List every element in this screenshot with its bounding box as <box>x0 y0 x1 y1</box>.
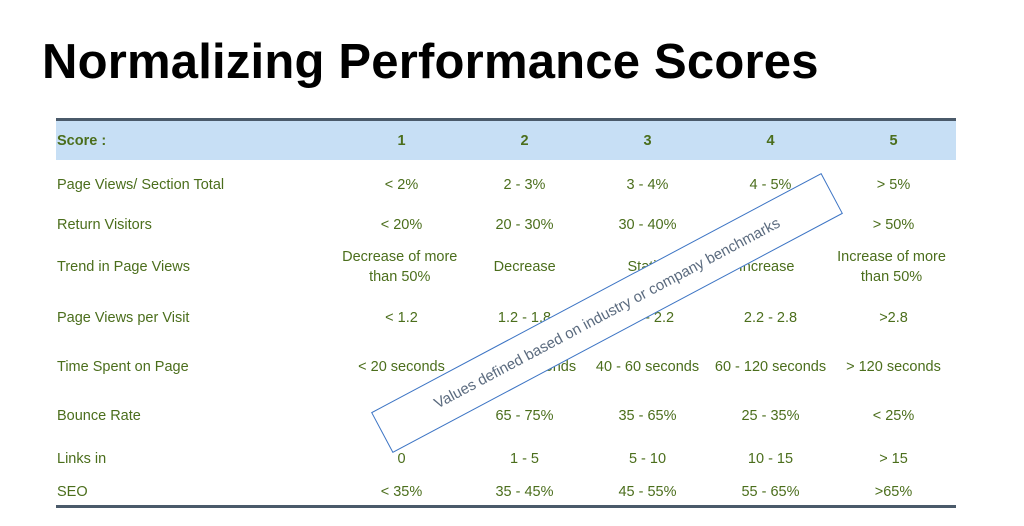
table-cell: 5 - 10 <box>628 451 667 467</box>
score-header: 3 <box>643 132 652 149</box>
table-cell: 10 - 15 <box>747 451 794 467</box>
table-cell: > 120 seconds <box>846 359 941 375</box>
header-label: Score : <box>57 132 107 149</box>
table-cell: 2.2 - 2.8 <box>743 310 798 326</box>
score-header: 2 <box>520 132 529 149</box>
row-label: Bounce Rate <box>57 408 141 424</box>
table-cell: < 20% <box>380 217 423 233</box>
row-label: Page Views/ Section Total <box>57 177 225 193</box>
table-bottom-rule <box>56 505 956 508</box>
table-cell: < 1.2 <box>385 310 418 326</box>
row-label: Trend in Page Views <box>57 259 190 275</box>
table-cell: 30 - 40% <box>618 217 677 233</box>
table-cell: 20 - 30% <box>495 217 554 233</box>
table-cell: 55 - 65% <box>741 484 800 500</box>
table-cell: 45 - 55% <box>618 484 677 500</box>
score-header: 5 <box>889 132 898 149</box>
table-cell: Decrease of more than 50% <box>342 249 458 285</box>
table-cell: 1 - 5 <box>509 451 539 467</box>
table-cell: > 15 <box>879 451 908 467</box>
page-title: Normalizing Performance Scores <box>42 35 819 89</box>
table-cell: >2.8 <box>879 310 908 326</box>
table-row: Bounce Rate> 75%65 - 75%35 - 65%25 - 35%… <box>56 402 956 430</box>
table-cell: < 25% <box>872 408 915 424</box>
table-cell: 40 - 60 seconds <box>595 359 700 375</box>
table-row: Page Views per Visit < 1.2 1.2 - 1.8 1.8 - … <box>56 304 956 332</box>
row-label: SEO <box>57 484 88 500</box>
table-cell: 3 - 4% <box>626 177 669 193</box>
table-cell: 60 - 120 seconds <box>714 359 827 375</box>
table-cell: 65 - 75% <box>495 408 554 424</box>
row-label: Links in <box>57 451 107 467</box>
row-label: Time Spent on Page <box>57 359 189 375</box>
table-cell: > 50% <box>872 217 915 233</box>
table-cell: 35 - 65% <box>618 408 677 424</box>
table-header-row: Score : 1 2 3 4 5 <box>56 121 956 160</box>
table-row: SEO < 35% 35 - 45% 45 - 55% 55 - 65% >65% <box>56 478 956 506</box>
table-cell: < 2% <box>384 177 419 193</box>
score-header: 4 <box>766 132 775 149</box>
table-cell: < 35% <box>380 484 423 500</box>
table-cell: > 5% <box>876 177 911 193</box>
table-row: Trend in Page Views Decrease of more than… <box>56 249 956 285</box>
table-cell: >65% <box>874 484 913 500</box>
score-header: 1 <box>397 132 406 149</box>
row-label: Return Visitors <box>57 217 152 233</box>
table-cell: Decrease <box>493 259 556 275</box>
row-label: Page Views per Visit <box>57 310 190 326</box>
table-cell: 0 <box>397 451 406 467</box>
table-cell: 25 - 35% <box>741 408 800 424</box>
table-cell: Increase of more than 50% <box>837 249 946 285</box>
table-row: Links in 0 1 - 5 5 - 10 10 - 15 > 15 <box>56 445 956 473</box>
table-cell: 35 - 45% <box>495 484 554 500</box>
table-cell: 2 - 3% <box>503 177 546 193</box>
